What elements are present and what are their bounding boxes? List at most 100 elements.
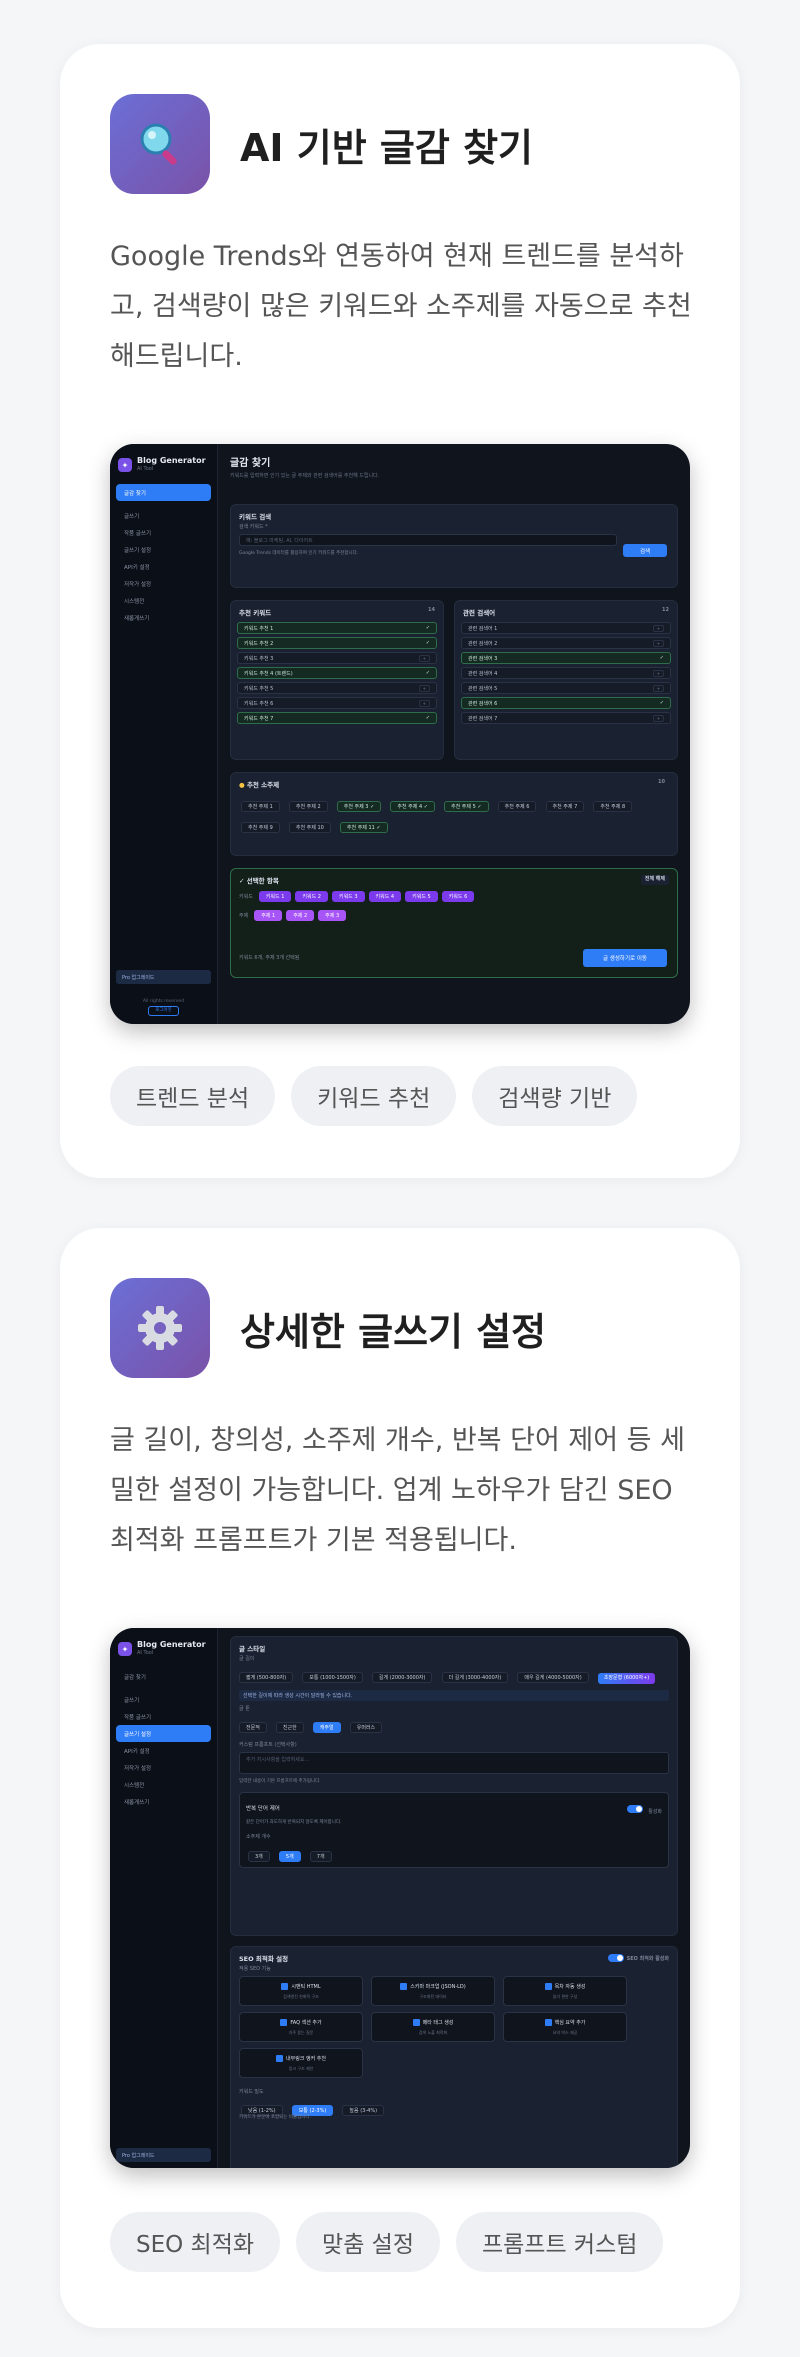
sidebar-item[interactable]: API키 설정	[116, 1742, 211, 1759]
count-option[interactable]: 5개	[278, 1851, 301, 1862]
upgrade-button[interactable]: Pro 업그레이드	[116, 970, 211, 984]
seo-option[interactable]: FAQ 섹션 추가 자주 묻는 질문	[239, 2012, 363, 2042]
subtopic-chip[interactable]: 추천 주제 8	[593, 801, 633, 812]
seo-option[interactable]: 핵심 요약 추가 요약 박스 제공	[503, 2012, 627, 2042]
related-item[interactable]: 관련 검색어 5 +	[461, 682, 671, 694]
length-option[interactable]: 길게 (2000-3000자)	[371, 1672, 433, 1683]
related-item[interactable]: 관련 검색어 3 ✓	[461, 652, 671, 664]
count-option[interactable]: 3개	[248, 1851, 270, 1862]
tone-label: 글 톤	[239, 1706, 250, 1712]
keyword-item[interactable]: 키워드 추천 5 +	[237, 682, 437, 694]
feature-description: 글 길이, 창의성, 소주제 개수, 반복 단어 제어 등 세밀한 설정이 가능…	[110, 1425, 685, 1556]
search-button[interactable]: 검색	[623, 544, 667, 557]
sidebar-item[interactable]: 새롭게쓰기	[116, 609, 211, 626]
selected-topic[interactable]: 주제 1	[254, 910, 283, 921]
selected-keyword[interactable]: 키워드 6	[441, 891, 475, 902]
related-item[interactable]: 관련 검색어 2 +	[461, 637, 671, 649]
tone-option[interactable]: 전문적	[239, 1722, 267, 1733]
logout-button[interactable]: 로그아웃	[148, 1006, 179, 1016]
selected-keyword[interactable]: 키워드 1	[258, 891, 292, 902]
subtopic-chip[interactable]: 추천 주제 3 ✓	[336, 801, 382, 812]
subtopic-chip[interactable]: 추천 주제 1	[241, 801, 280, 812]
seo-option[interactable]: 메타 태그 생성 검색 노출 최적화	[371, 2012, 495, 2042]
seo-toggle[interactable]	[608, 1954, 625, 1962]
density-option[interactable]: 높음 (3-4%)	[342, 2105, 385, 2116]
clear-all-button[interactable]: 전체 해제	[640, 875, 669, 885]
selected-keyword[interactable]: 키워드 4	[368, 891, 402, 902]
related-item[interactable]: 관련 검색어 7 +	[461, 712, 671, 724]
feature-header: AI 기반 글감 찾기	[110, 94, 533, 194]
feature-card-writing-settings: 상세한 글쓰기 설정 글 길이, 창의성, 소주제 개수, 반복 단어 제어 등…	[60, 1228, 740, 2328]
length-option-active[interactable]: 초장문형 (6000자+)	[597, 1673, 656, 1684]
length-option[interactable]: 더 길게 (3000-4000자)	[441, 1672, 509, 1683]
sidebar-item[interactable]: 저작가 설정	[116, 1759, 211, 1776]
sidebar-item[interactable]: 글쓰기 설정	[116, 541, 211, 558]
related-item[interactable]: 관련 검색어 4 +	[461, 667, 671, 679]
keyword-item[interactable]: 키워드 추천 2 ✓	[237, 637, 437, 649]
tone-option[interactable]: 유머러스	[349, 1722, 383, 1733]
check-icon: ✓	[425, 640, 430, 646]
keyword-input[interactable]: 예: 블로그 마케팅, AI, 다이어트	[239, 534, 617, 546]
seo-option[interactable]: 내부링크 앵커 추천 링크 구조 제안	[239, 2048, 363, 2078]
subtopic-chip[interactable]: 추천 주제 5 ✓	[444, 801, 489, 812]
subtopic-chip[interactable]: 추천 주제 11 ✓	[339, 822, 388, 833]
repeat-toggle[interactable]	[627, 1804, 644, 1813]
seo-option[interactable]: 목차 자동 생성 읽기 편한 구성	[503, 1976, 627, 2006]
feature-tag: 프롬프트 커스텀	[455, 2212, 664, 2272]
keyword-item[interactable]: 키워드 추천 1 ✓	[237, 622, 437, 634]
sidebar-item[interactable]: API키 설정	[116, 558, 211, 575]
length-option[interactable]: 매우 길게 (4000-5000자)	[517, 1672, 589, 1683]
length-option[interactable]: 짧게 (500-800자)	[239, 1672, 294, 1683]
tone-option[interactable]: 캐주얼	[312, 1722, 341, 1733]
sidebar-item[interactable]: 작품 글쓰기	[116, 1708, 211, 1725]
selected-keyword[interactable]: 키워드 3	[331, 891, 365, 902]
subtopics-panel: ● 추천 소주제 10 추천 주제 1 추천 주제 2 추천 주제 3 ✓ 추천 …	[230, 772, 678, 856]
selected-topic[interactable]: 주제 2	[286, 910, 315, 921]
logo-mark-icon: ✦	[118, 458, 132, 472]
search-hint: Google Trends 데이터를 활용하여 인기 키워드를 추천합니다.	[239, 551, 359, 556]
app-sub: AI Tool	[137, 1650, 154, 1656]
feature-header: 상세한 글쓰기 설정	[110, 1278, 546, 1378]
sidebar-item[interactable]: 글쓰기 설정	[116, 1725, 211, 1742]
sidebar-item[interactable]: 새롭게쓰기	[116, 1793, 211, 1810]
keyword-item[interactable]: 키워드 추천 6 +	[237, 697, 437, 709]
subtopic-chip[interactable]: 추천 주제 4 ✓	[390, 801, 435, 812]
gear-icon	[110, 1278, 210, 1378]
related-item[interactable]: 관련 검색어 6 ✓	[461, 697, 671, 709]
panel-title: 키워드 검색	[239, 513, 272, 521]
related-item[interactable]: 관련 검색어 1 +	[461, 622, 671, 634]
sidebar-item[interactable]: 글쓰기	[116, 1691, 211, 1708]
generate-button[interactable]: 글 생성하기로 이동	[583, 949, 667, 967]
upgrade-button[interactable]: Pro 업그레이드	[116, 2148, 211, 2162]
sidebar-item[interactable]: 시스템전	[116, 1776, 211, 1793]
keyword-item[interactable]: 키워드 추천 7 ✓	[237, 712, 437, 724]
seo-option[interactable]: 시맨틱 HTML 검색엔진 친화적 구조	[239, 1976, 363, 2006]
page-subtitle: 키워드를 입력하면 인기 있는 글 주제와 관련 검색어를 추천해 드립니다.	[230, 473, 380, 479]
app-sidebar: ✦ Blog Generator AI Tool 글감 찾기 글쓰기 작품 글쓰기…	[110, 1628, 218, 2168]
subtopic-chip[interactable]: 추천 주제 10	[288, 822, 331, 833]
length-option[interactable]: 보통 (1000-1500자)	[302, 1672, 363, 1683]
sidebar-item[interactable]: 저작가 설정	[116, 575, 211, 592]
feature-tag: 트렌드 분석	[110, 1066, 276, 1126]
selected-keyword[interactable]: 키워드 5	[405, 891, 438, 902]
subtopic-chip[interactable]: 추천 주제 7	[545, 801, 585, 812]
subtopic-chip[interactable]: 추천 주제 6	[497, 801, 537, 812]
sidebar-item[interactable]: 글쓰기	[116, 507, 211, 524]
seo-option[interactable]: 스키마 마크업 (JSON-LD) 구조화된 데이터	[371, 1976, 495, 2006]
subtopic-chip[interactable]: 추천 주제 9	[241, 822, 280, 833]
tone-option[interactable]: 친근한	[275, 1722, 304, 1733]
selected-keyword[interactable]: 키워드 2	[295, 891, 328, 902]
check-icon: ✓	[659, 655, 664, 661]
keyword-item[interactable]: 키워드 추천 4 (트렌드) ✓	[237, 667, 437, 679]
count-badge: 10	[658, 779, 665, 785]
sidebar-item[interactable]: 작품 글쓰기	[116, 524, 211, 541]
sidebar-item[interactable]: 글감 찾기	[116, 1668, 211, 1685]
selected-topic[interactable]: 주제 3	[318, 910, 347, 921]
custom-prompt-input[interactable]: 추가 지시사항을 입력하세요...	[239, 1752, 669, 1774]
sidebar-item[interactable]: 글감 찾기	[116, 484, 211, 501]
app-name: Blog Generator	[137, 456, 206, 465]
sidebar-item[interactable]: 시스템전	[116, 592, 211, 609]
count-option[interactable]: 7개	[309, 1851, 332, 1862]
keyword-item[interactable]: 키워드 추천 3 +	[237, 652, 437, 664]
subtopic-chip[interactable]: 추천 주제 2	[288, 801, 328, 812]
